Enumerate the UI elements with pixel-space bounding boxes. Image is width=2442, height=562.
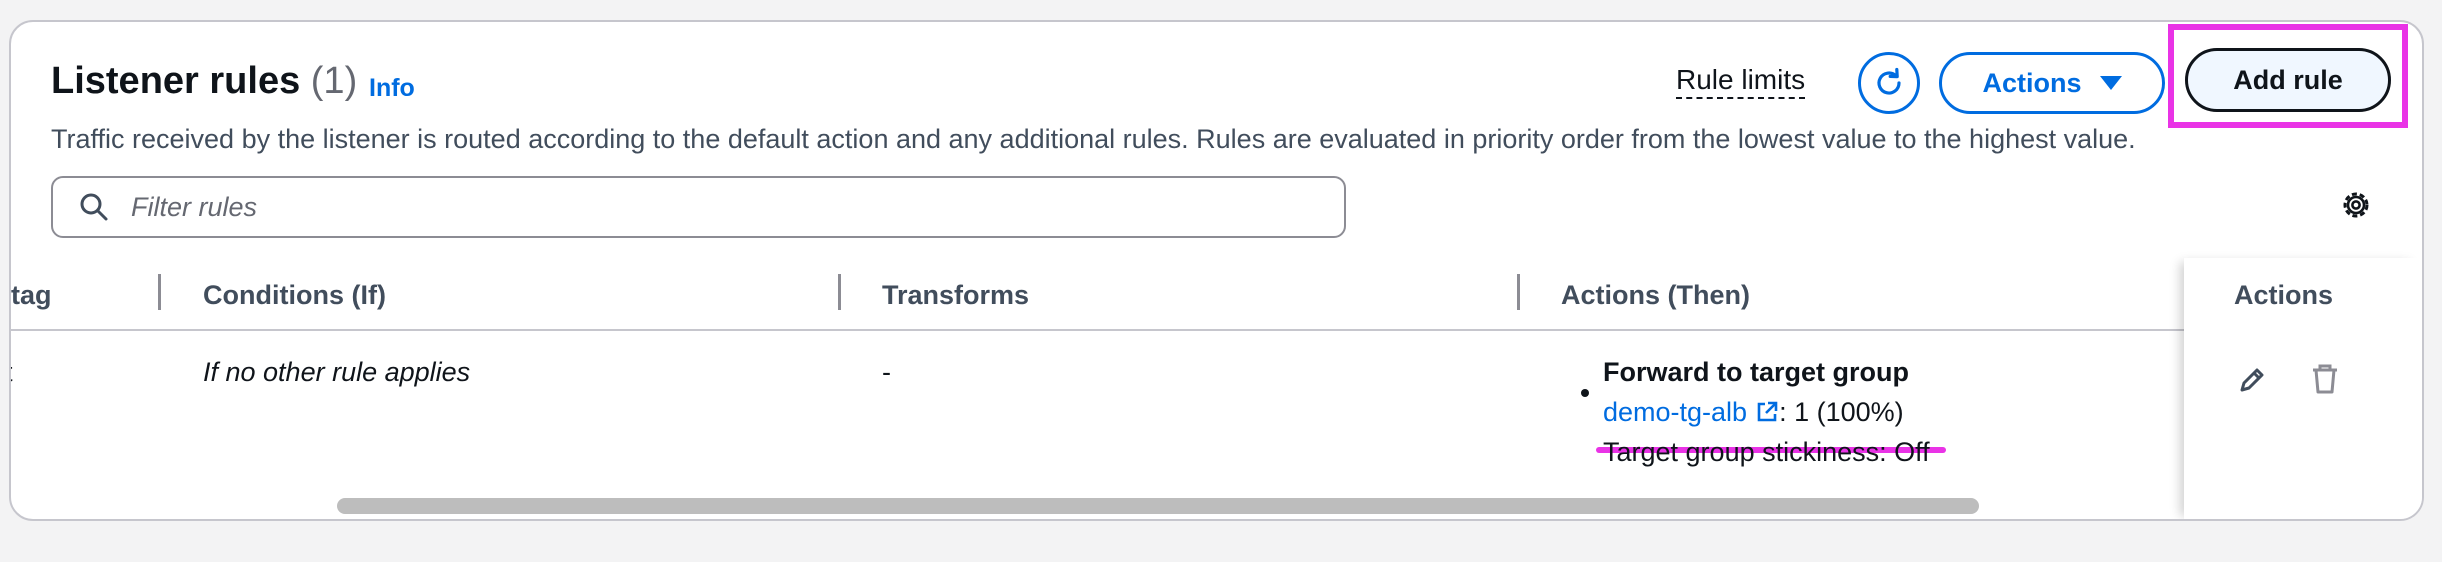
stickiness-text: Target group stickiness: Off	[1603, 437, 1930, 467]
rule-limits-link[interactable]: Rule limits	[1676, 64, 1806, 99]
actions-dropdown-button[interactable]: Actions	[1939, 52, 2165, 114]
sticky-actions-column: Actions	[2184, 258, 2422, 519]
table-header-divider	[11, 329, 2422, 331]
column-header-conditions: Conditions (If)	[203, 280, 386, 310]
column-header-actions-then: Actions (Then)	[1561, 280, 1750, 310]
refresh-icon	[1877, 67, 1901, 95]
horizontal-scrollbar[interactable]	[337, 498, 1979, 514]
actions-dropdown-label: Actions	[1982, 67, 2082, 98]
caret-down-icon	[2099, 76, 2122, 90]
listener-rules-panel: Listener rules (1) Info Traffic received…	[9, 20, 2424, 521]
filter-rules-input[interactable]	[129, 190, 1313, 224]
column-header-transforms: Transforms	[882, 280, 1030, 310]
cell-conditions: If no other rule applies	[203, 357, 471, 387]
cell-transforms: -	[882, 357, 891, 387]
rule-count: (1)	[310, 60, 358, 102]
cell-tag: t	[11, 357, 13, 388]
column-header-actions: Actions	[2234, 280, 2334, 310]
target-group-link[interactable]: demo-tg-alb	[1603, 397, 1747, 427]
column-resizer[interactable]	[1517, 274, 1520, 310]
title-text: Listener rules	[51, 60, 301, 102]
pencil-icon[interactable]	[2236, 364, 2268, 396]
info-link[interactable]: Info	[369, 74, 415, 103]
add-rule-label: Add rule	[2233, 64, 2343, 95]
target-group-line: demo-tg-alb : 1 (100%)	[1603, 397, 1904, 428]
trash-icon[interactable]	[2309, 362, 2341, 396]
action-title: Forward to target group	[1603, 357, 1909, 387]
description-text: Traffic received by the listener is rout…	[51, 124, 2136, 154]
column-resizer[interactable]	[158, 274, 161, 310]
column-header-tag: tag	[11, 280, 52, 310]
page-title: Listener rules (1)	[51, 60, 357, 103]
filter-rules-field[interactable]	[51, 176, 1346, 238]
gear-icon[interactable]	[2339, 188, 2373, 222]
column-resizer[interactable]	[838, 274, 841, 310]
refresh-button[interactable]	[1858, 52, 1920, 114]
add-rule-button[interactable]: Add rule	[2185, 48, 2391, 112]
list-bullet	[1581, 389, 1589, 397]
search-icon	[79, 192, 109, 222]
external-link-icon[interactable]	[1755, 400, 1779, 424]
target-weight: : 1 (100%)	[1779, 397, 1904, 427]
